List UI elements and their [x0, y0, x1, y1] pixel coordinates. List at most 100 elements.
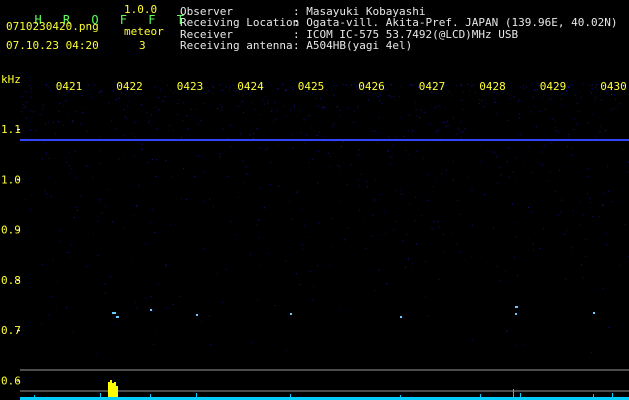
noise-dot: [138, 185, 140, 186]
noise-dot: [530, 111, 532, 113]
noise-dot: [514, 256, 515, 258]
noise-dot: [181, 137, 182, 139]
noise-dot: [585, 238, 587, 240]
noise-dot: [245, 166, 247, 168]
noise-dot: [456, 85, 458, 87]
noise-dot: [405, 149, 407, 151]
noise-dot: [393, 229, 395, 231]
noise-dot: [595, 135, 597, 137]
noise-dot: [84, 101, 86, 103]
unit-label: kHz: [1, 73, 21, 86]
noise-dot: [177, 103, 179, 105]
noise-dot: [611, 201, 613, 203]
noise-dot: [190, 108, 192, 110]
noise-dot: [123, 227, 125, 229]
noise-dot: [70, 244, 72, 246]
noise-dot: [385, 232, 387, 234]
noise-dot: [438, 226, 440, 228]
noise-dot: [133, 155, 135, 157]
noise-dot: [554, 191, 556, 193]
noise-dot: [331, 217, 333, 219]
noise-dot: [591, 88, 593, 90]
noise-dot: [301, 244, 303, 246]
noise-dot: [576, 102, 578, 104]
noise-dot: [386, 283, 388, 284]
noise-dot: [108, 102, 110, 104]
noise-dot: [104, 283, 106, 285]
noise-dot: [437, 129, 439, 131]
noise-dot: [66, 306, 67, 308]
noise-dot: [94, 84, 95, 86]
meter-spike: [114, 382, 116, 397]
noise-dot: [285, 115, 287, 117]
noise-dot: [473, 84, 475, 86]
noise-dot: [146, 112, 148, 114]
time-tick-label: 0427: [419, 80, 446, 93]
noise-dot: [265, 96, 267, 98]
noise-dot: [24, 106, 26, 108]
noise-dot: [245, 119, 247, 121]
noise-dot: [73, 120, 74, 122]
noise-dot: [487, 150, 489, 152]
noise-dot: [555, 126, 557, 128]
noise-dot: [474, 92, 476, 94]
noise-dot: [327, 152, 329, 154]
noise-dot: [302, 248, 304, 250]
meter-mark: [196, 393, 197, 397]
noise-dot: [626, 86, 628, 87]
noise-dot: [573, 129, 575, 130]
noise-dot: [182, 119, 184, 121]
noise-dot: [372, 130, 374, 132]
noise-dot: [561, 199, 563, 201]
noise-dot: [460, 137, 462, 139]
noise-dot: [87, 155, 89, 157]
noise-dot: [523, 85, 524, 87]
noise-dot: [346, 227, 348, 229]
noise-dot: [565, 278, 567, 280]
meter-mark: [480, 394, 481, 397]
noise-dot: [158, 109, 160, 111]
noise-dot: [595, 84, 597, 86]
noise-dot: [258, 274, 260, 276]
noise-dot: [233, 90, 235, 91]
noise-dot: [561, 105, 563, 107]
noise-dot: [337, 106, 339, 108]
noise-dot: [204, 171, 206, 173]
noise-dot: [380, 194, 382, 196]
noise-dot: [582, 277, 584, 279]
noise-dot: [186, 115, 188, 117]
spectrogram: kHz 0421 0422 0423 0424 0425 0426 0427 0428 0429…: [1, 73, 629, 400]
noise-dot: [396, 137, 398, 139]
noise-dot: [540, 111, 542, 113]
noise-dot: [229, 86, 231, 88]
noise-dot: [360, 173, 362, 175]
noise-dot: [507, 93, 509, 94]
noise-dot: [399, 117, 401, 118]
noise-dot: [389, 163, 391, 165]
noise-dot: [375, 179, 377, 181]
noise-dot: [268, 252, 269, 254]
noise-dot: [485, 103, 487, 105]
noise-dot: [517, 275, 519, 276]
noise-dot: [459, 130, 461, 132]
noise-dot: [262, 99, 264, 101]
noise-dot: [165, 264, 167, 266]
noise-dot: [118, 158, 120, 160]
noise-dot: [607, 165, 609, 167]
noise-dot: [100, 199, 101, 201]
noise-dot: [282, 84, 283, 86]
noise-dot: [316, 135, 318, 137]
noise-dot: [452, 117, 454, 119]
noise-dot: [510, 98, 512, 99]
noise-dot: [82, 90, 84, 92]
noise-dot: [162, 100, 164, 102]
noise-dot: [209, 315, 211, 317]
noise-dot: [433, 221, 435, 223]
noise-dot: [270, 161, 272, 163]
noise-dot: [589, 202, 591, 204]
noise-dot: [374, 131, 376, 133]
noise-dot: [47, 176, 49, 178]
noise-dot: [606, 244, 608, 246]
noise-dot: [377, 132, 379, 134]
noise-dot: [471, 189, 473, 191]
